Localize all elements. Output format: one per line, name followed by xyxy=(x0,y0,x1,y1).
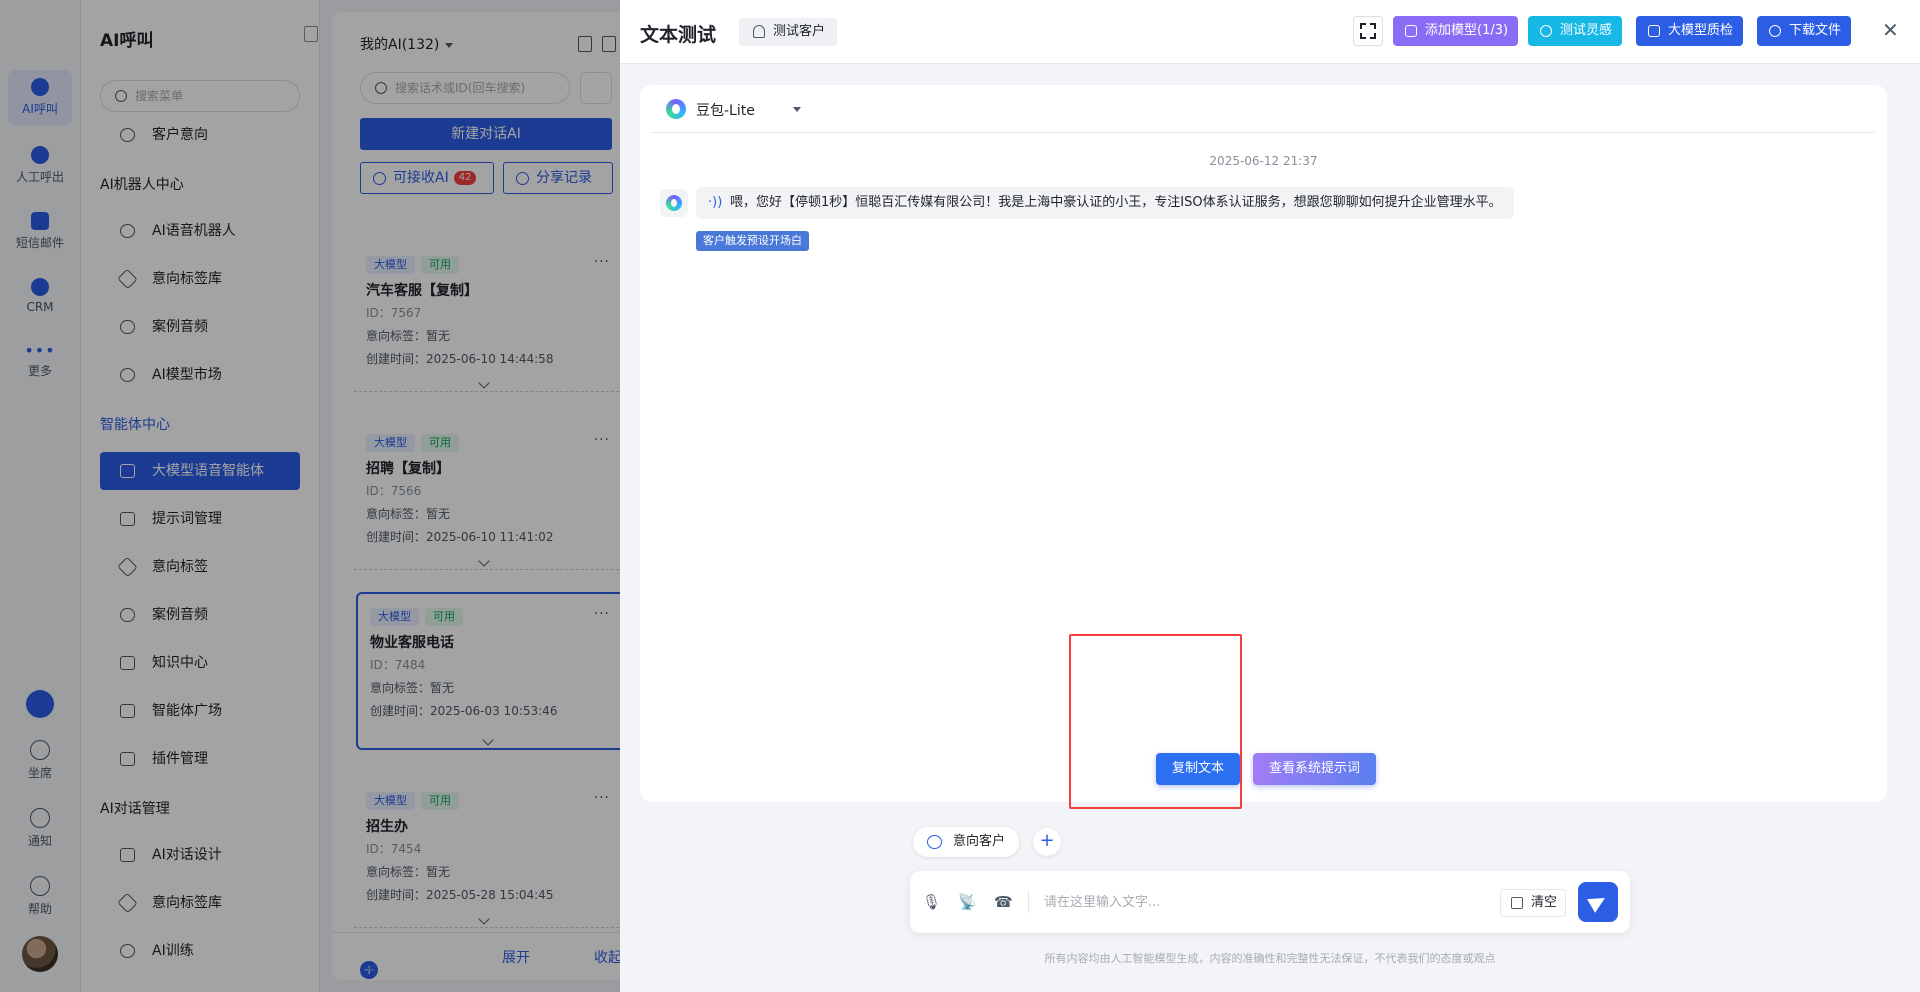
quality-check-button[interactable]: 大模型质检 xyxy=(1636,16,1744,46)
chat-panel: 豆包-Lite 2025-06-12 21:37 ·)) 喂，您好【停顿1秒】恒… xyxy=(640,85,1887,802)
broadcast-icon[interactable]: 📡 xyxy=(958,893,977,911)
hangup-icon[interactable]: ☎ xyxy=(994,893,1013,911)
download-file-button[interactable]: 下载文件 xyxy=(1757,16,1852,46)
drawer-header: 文本测试 测试客户 添加模型(1/3) 测试灵感 大模型质检 下载文件 ✕ xyxy=(620,0,1920,64)
model-name: 豆包-Lite xyxy=(696,103,755,119)
chevron-down-icon xyxy=(793,107,801,112)
grid-icon xyxy=(1405,25,1417,37)
chat-timestamp: 2025-06-12 21:37 xyxy=(1209,154,1318,168)
intent-icon xyxy=(927,835,942,849)
intent-customer-chip[interactable]: 意向客户 xyxy=(913,827,1020,857)
add-chip-button[interactable]: + xyxy=(1033,828,1061,856)
test-inspiration-button[interactable]: 测试灵感 xyxy=(1528,16,1623,46)
audio-wave-icon[interactable]: ·)) xyxy=(708,187,722,219)
cube-icon xyxy=(1648,25,1660,37)
clear-button[interactable]: 清空 xyxy=(1500,889,1567,917)
add-model-button[interactable]: 添加模型(1/3) xyxy=(1393,16,1519,46)
drawer-title: 文本测试 xyxy=(640,24,717,46)
bot-avatar xyxy=(660,189,688,217)
bot-message-bubble[interactable]: ·)) 喂，您好【停顿1秒】恒聪百汇传媒有限公司！我是上海中豪认证的小王，专注I… xyxy=(696,187,1514,219)
model-selector[interactable]: 豆包-Lite xyxy=(652,85,1875,133)
send-icon xyxy=(1587,891,1609,913)
close-icon[interactable]: ✕ xyxy=(1882,18,1899,42)
fullscreen-button[interactable] xyxy=(1353,16,1383,46)
fullscreen-icon xyxy=(1360,23,1366,29)
chat-text-input[interactable] xyxy=(1044,891,1404,913)
highlight-box xyxy=(1069,634,1242,809)
view-system-prompt-button[interactable]: 查看系统提示词 xyxy=(1253,753,1377,785)
trigger-tag: 客户触发预设开场白 xyxy=(696,231,809,251)
text-test-drawer: 文本测试 测试客户 添加模型(1/3) 测试灵感 大模型质检 下载文件 ✕ 豆包… xyxy=(620,0,1920,992)
chat-input-bar: 🎙 📡 ☎ 清空 xyxy=(910,871,1630,933)
test-customer-chip[interactable]: 测试客户 xyxy=(739,18,838,46)
clear-icon xyxy=(1511,897,1523,909)
doubao-logo-icon xyxy=(666,195,682,211)
user-icon xyxy=(753,25,765,38)
download-icon xyxy=(1769,25,1781,37)
bulb-icon xyxy=(1540,25,1552,37)
doubao-logo-icon xyxy=(666,99,686,119)
ai-disclaimer: 所有内容均由人工智能模型生成，内容的准确性和完整性无法保证，不代表我们的态度或观… xyxy=(1044,952,1496,965)
modal-backdrop[interactable] xyxy=(0,0,620,992)
mic-off-icon[interactable]: 🎙 xyxy=(922,893,941,911)
send-button[interactable] xyxy=(1578,882,1618,922)
